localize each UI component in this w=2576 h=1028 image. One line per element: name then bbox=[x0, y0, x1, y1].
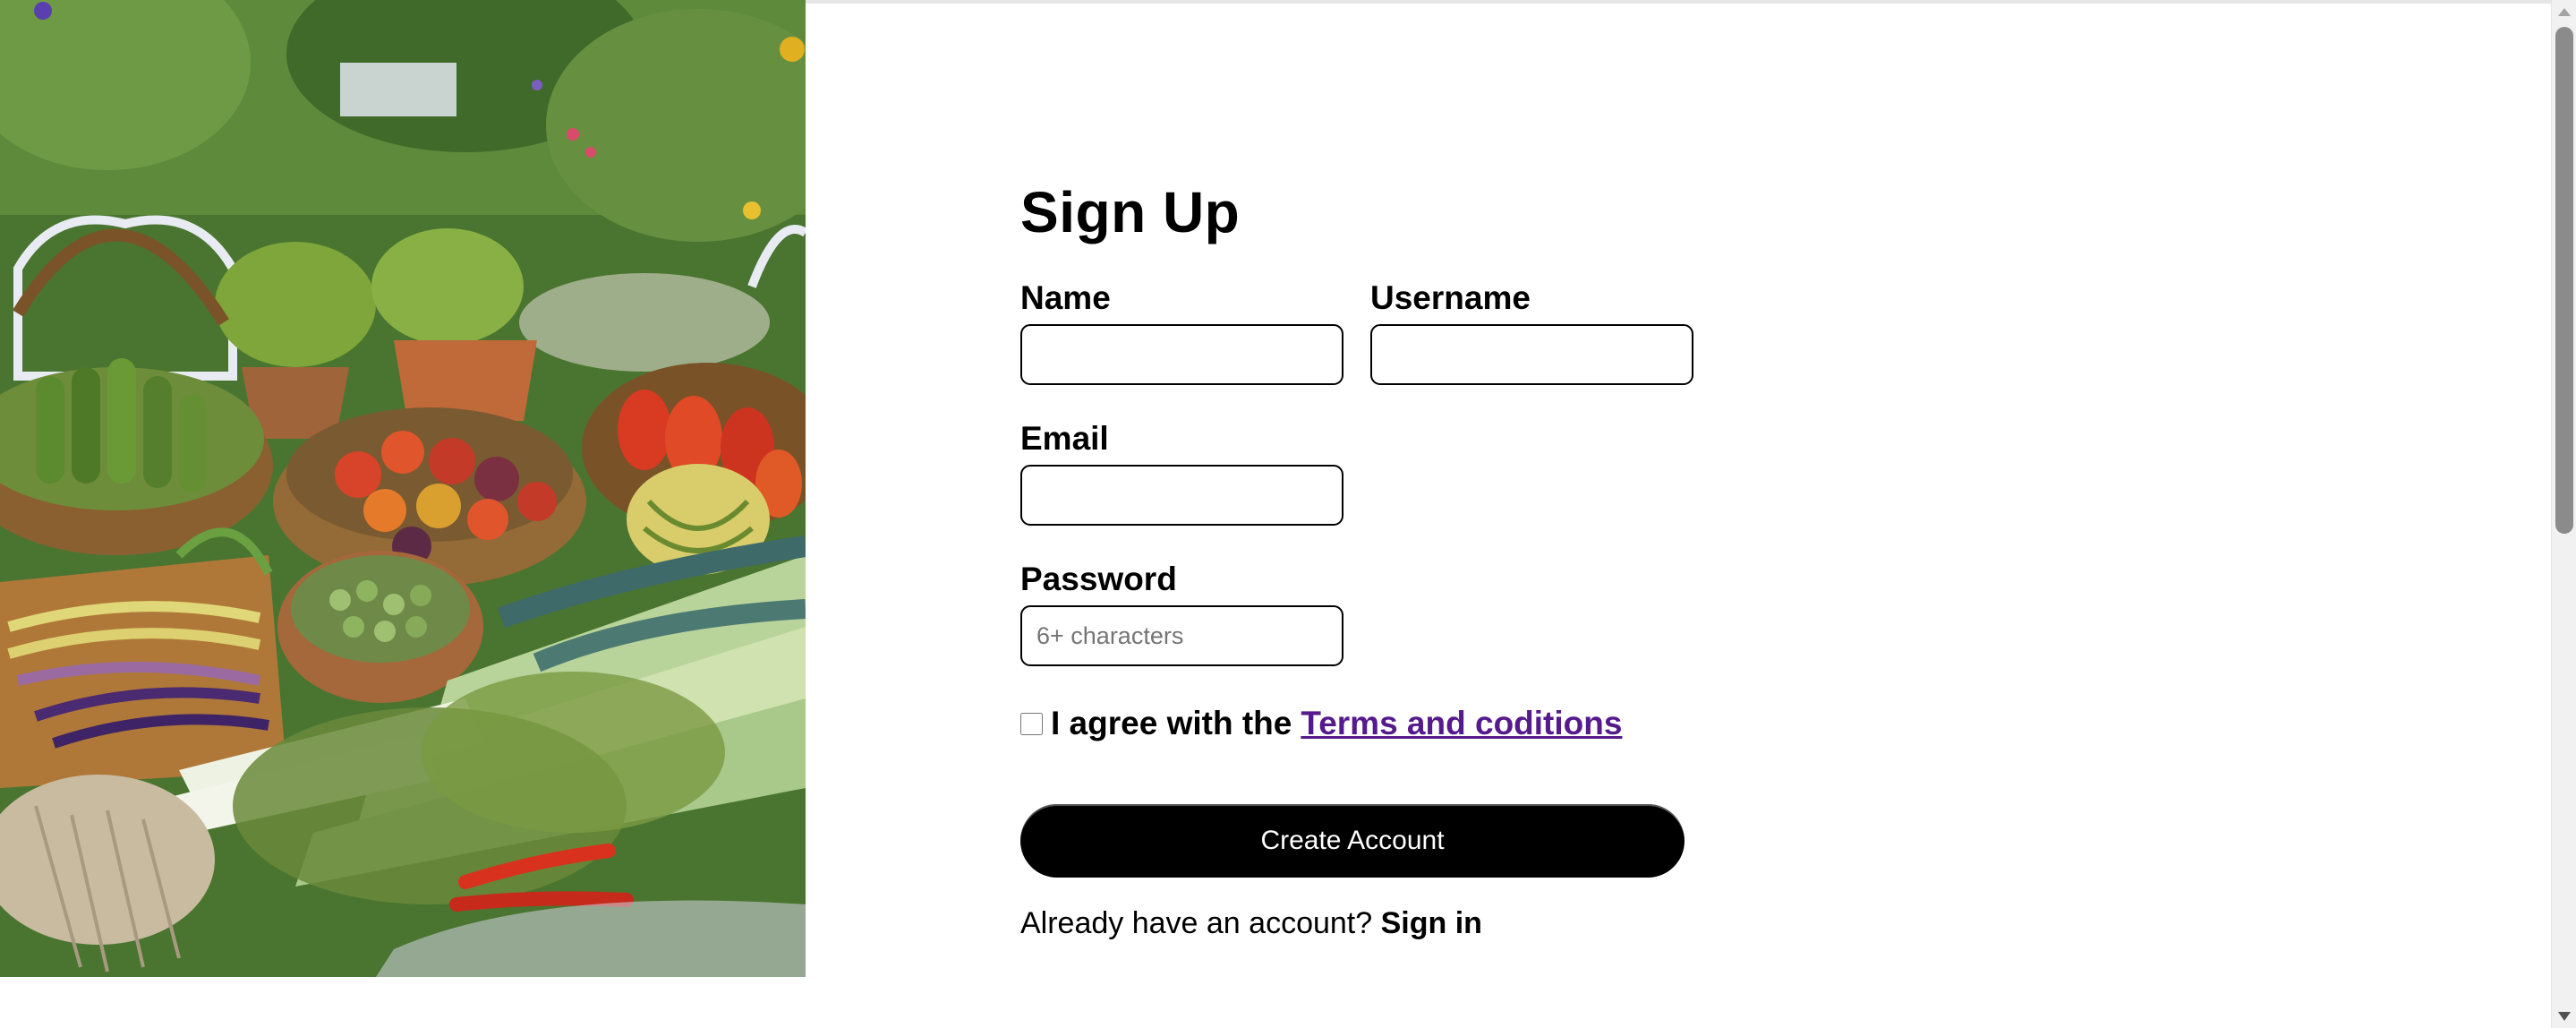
username-label: Username bbox=[1370, 279, 1531, 316]
signup-form: Sign Up Name Username Email Password I a… bbox=[1020, 0, 1826, 985]
agree-text: I agree with the bbox=[1051, 705, 1292, 741]
password-input[interactable] bbox=[1020, 605, 1343, 666]
name-label: Name bbox=[1020, 279, 1111, 316]
username-input[interactable] bbox=[1370, 324, 1693, 385]
page-title: Sign Up bbox=[1020, 180, 1241, 244]
vertical-scrollbar[interactable] bbox=[2551, 0, 2576, 1028]
create-account-button[interactable]: Create Account bbox=[1020, 804, 1685, 878]
terms-link[interactable]: Terms and coditions bbox=[1301, 705, 1622, 742]
password-label: Password bbox=[1020, 561, 1177, 597]
email-input[interactable] bbox=[1020, 465, 1343, 526]
signin-link[interactable]: Sign in bbox=[1381, 906, 1482, 940]
signin-prompt: Already have an account? bbox=[1020, 906, 1373, 940]
scroll-up-arrow-icon[interactable] bbox=[2552, 0, 2576, 23]
terms-agreement: I agree with the Terms and coditions bbox=[1020, 705, 1622, 742]
hero-image bbox=[0, 0, 806, 977]
scroll-down-arrow-icon[interactable] bbox=[2552, 1005, 2576, 1028]
terms-checkbox[interactable] bbox=[1020, 712, 1043, 735]
name-input[interactable] bbox=[1020, 324, 1343, 385]
email-label: Email bbox=[1020, 420, 1109, 457]
signin-prompt-row: Already have an account? Sign in bbox=[1020, 906, 1482, 941]
scroll-thumb[interactable] bbox=[2555, 27, 2573, 534]
